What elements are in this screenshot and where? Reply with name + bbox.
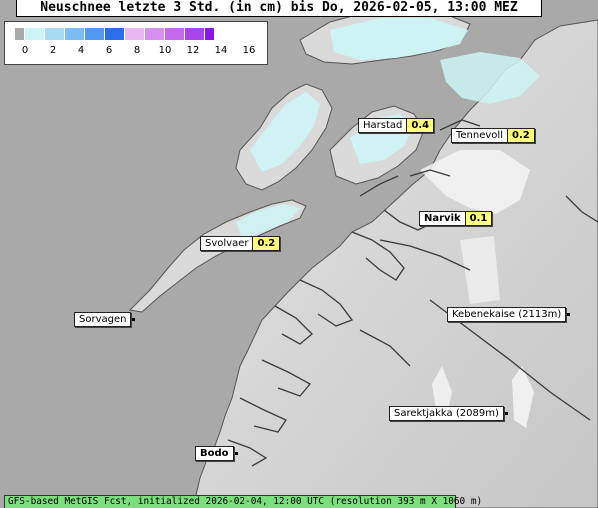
location-marker: [132, 318, 136, 321]
place-name: Sarektjakka (2089m): [389, 406, 504, 421]
place-name: Kebenekaise (2113m): [447, 307, 567, 322]
terrain-map: [0, 0, 598, 508]
legend-tick-label: 12: [186, 45, 200, 56]
legend-swatch: [125, 28, 145, 40]
legend-tick-label: 2: [49, 45, 57, 56]
snow-value: 0.2: [253, 236, 281, 251]
legend-swatch: [45, 28, 65, 40]
legend-tick-label: 8: [133, 45, 141, 56]
place-name: Harstad: [358, 118, 408, 133]
legend-swatch: [145, 28, 165, 40]
map-viewport: Neuschnee letzte 3 Std. (in cm) bis Do, …: [0, 0, 598, 508]
place-name: Narvik: [419, 211, 466, 226]
snow-legend: 0 2 4 6 8 10 12 14 16: [4, 21, 268, 65]
snow-value: 0.2: [507, 128, 535, 143]
snow-value: 0.1: [465, 211, 493, 226]
location-marker: [567, 313, 571, 316]
legend-swatch: [65, 28, 85, 40]
place-kebnekaise[interactable]: Kebenekaise (2113m): [447, 307, 571, 322]
place-name: Bodo: [195, 446, 234, 461]
place-tennevoll[interactable]: Tennevoll 0.2: [451, 128, 535, 143]
place-sarektjakka[interactable]: Sarektjakka (2089m): [389, 406, 508, 421]
place-svolvaer[interactable]: Svolvaer 0.2: [200, 236, 281, 251]
snow-value: 0.4: [407, 118, 435, 133]
place-narvik[interactable]: Narvik 0.1: [419, 211, 493, 226]
legend-tick-label: 10: [158, 45, 172, 56]
place-name: Svolvaer: [200, 236, 254, 251]
place-harstad[interactable]: Harstad 0.4: [358, 118, 435, 133]
legend-color-bar: [15, 28, 215, 40]
legend-tick-label: 14: [214, 45, 228, 56]
legend-tick-label: 4: [77, 45, 85, 56]
legend-tick-label: 0: [21, 45, 29, 56]
legend-swatch: [165, 28, 185, 40]
legend-tick-label: 16: [242, 45, 256, 56]
legend-swatch: [15, 28, 25, 40]
map-title: Neuschnee letzte 3 Std. (in cm) bis Do, …: [16, 0, 542, 17]
location-marker: [234, 452, 238, 455]
place-name: Tennevoll: [451, 128, 508, 143]
legend-tick-label: 6: [105, 45, 113, 56]
location-marker: [504, 412, 508, 415]
place-name: Sorvagen: [74, 312, 132, 327]
legend-swatch: [185, 28, 205, 40]
place-bodo[interactable]: Bodo: [195, 446, 238, 461]
legend-swatch: [25, 28, 45, 40]
legend-swatch: [105, 28, 125, 40]
legend-swatch: [205, 28, 215, 40]
forecast-info-footer: GFS-based MetGIS Fcst, initialized 2026-…: [4, 495, 482, 508]
place-sorvagen[interactable]: Sorvagen: [74, 312, 136, 327]
legend-swatch: [85, 28, 105, 40]
